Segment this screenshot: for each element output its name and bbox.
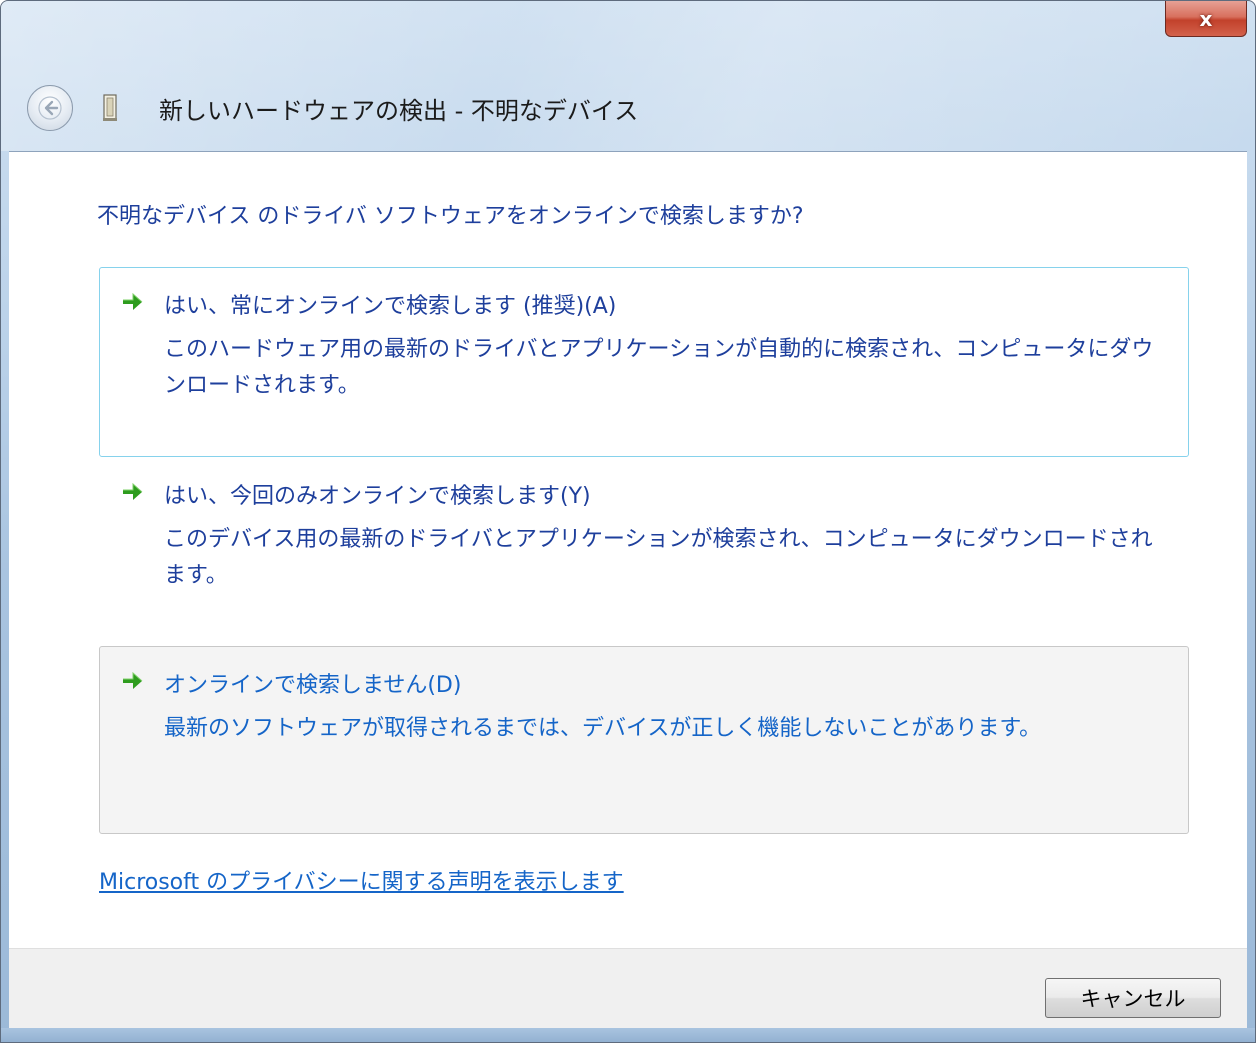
close-button[interactable]: x: [1165, 1, 1247, 37]
wizard-content: 不明なデバイス のドライバ ソフトウェアをオンラインで検索しますか? はい、常に…: [9, 151, 1247, 949]
wizard-title: 新しいハードウェアの検出 - 不明なデバイス: [159, 96, 639, 125]
green-arrow-icon: [123, 292, 143, 310]
unknown-device-icon: [99, 92, 121, 124]
option-search-once[interactable]: はい、今回のみオンラインで検索します(Y) このデバイス用の最新のドライバとアプ…: [99, 457, 1189, 647]
question-heading: 不明なデバイス のドライバ ソフトウェアをオンラインで検索しますか?: [97, 204, 804, 229]
option-title: はい、今回のみオンラインで検索します(Y): [164, 484, 591, 509]
wizard-window: x 新しいハードウェアの検出 - 不明なデバイス 不明なデバイス のドライバ ソ…: [0, 0, 1256, 1043]
back-button[interactable]: [27, 85, 73, 131]
wizard-footer: キャンセル: [9, 948, 1247, 1031]
window-bottom-edge: [1, 1028, 1255, 1042]
cancel-button[interactable]: キャンセル: [1045, 978, 1221, 1018]
option-title: はい、常にオンラインで検索します (推奨)(A): [164, 294, 617, 319]
option-description: このデバイス用の最新のドライバとアプリケーションが検索され、コンピュータにダウン…: [164, 527, 1153, 588]
option-always-search-online[interactable]: はい、常にオンラインで検索します (推奨)(A) このハードウェア用の最新のドラ…: [99, 267, 1189, 457]
option-description: 最新のソフトウェアが取得されるまでは、デバイスが正しく機能しないことがあります。: [164, 716, 1042, 741]
option-do-not-search[interactable]: オンラインで検索しません(D) 最新のソフトウェアが取得されるまでは、デバイスが…: [99, 646, 1189, 834]
back-arrow-icon: [38, 96, 62, 120]
option-title: オンラインで検索しません(D): [164, 673, 462, 698]
green-arrow-icon: [123, 482, 143, 500]
wizard-header: 新しいハードウェアの検出 - 不明なデバイス: [9, 81, 1247, 135]
privacy-statement-link[interactable]: Microsoft のプライバシーに関する声明を表示します: [99, 864, 624, 896]
green-arrow-icon: [123, 671, 143, 689]
close-icon: x: [1199, 6, 1213, 31]
option-description: このハードウェア用の最新のドライバとアプリケーションが自動的に検索され、コンピュ…: [164, 337, 1154, 398]
